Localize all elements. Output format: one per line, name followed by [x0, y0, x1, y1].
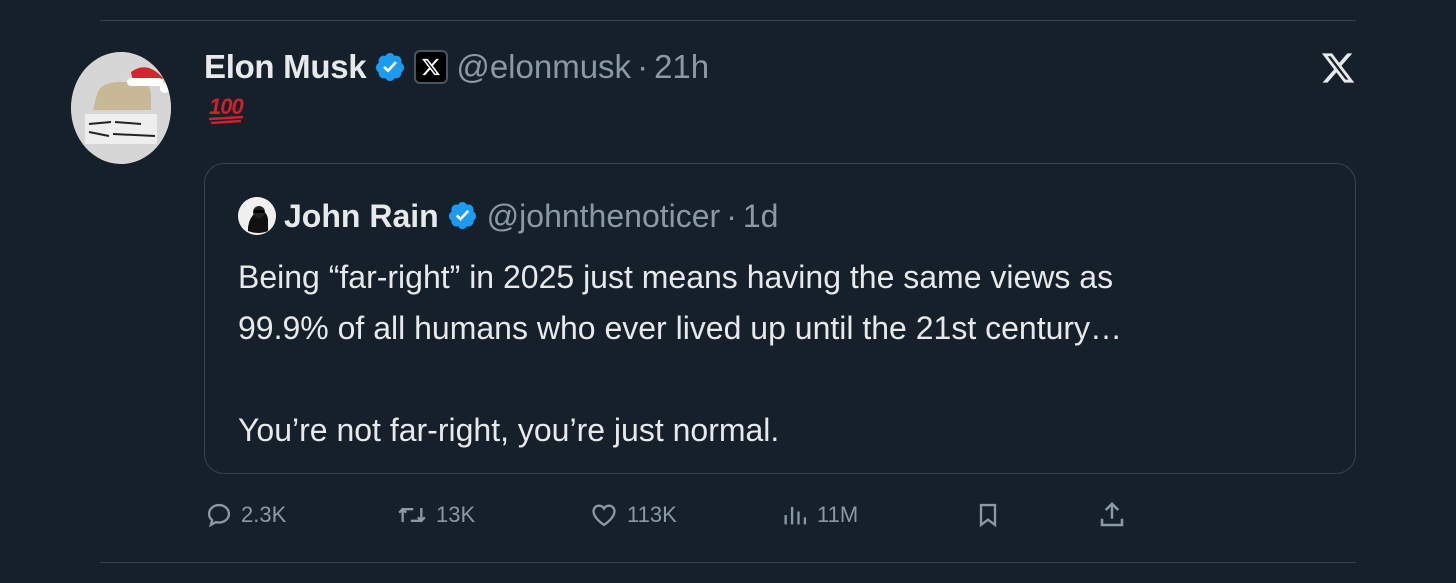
view-count: 11M [817, 502, 859, 527]
bookmark-icon [979, 503, 997, 528]
bookmark-button[interactable] [974, 495, 1002, 535]
top-divider [100, 20, 1356, 21]
reply-button[interactable]: 2.3K [205, 495, 286, 535]
heart-icon [592, 504, 616, 527]
x-affiliation-icon[interactable] [414, 50, 449, 84]
post-text: 100 [207, 94, 245, 131]
author-handle[interactable]: @elonmusk [456, 48, 631, 86]
quoted-avatar-image [238, 197, 276, 235]
author-name[interactable]: Elon Musk [204, 48, 367, 86]
quoted-text-line-2: 99.9% of all humans who ever lived up un… [238, 310, 1123, 346]
quoted-text-line-1: Being “far-right” in 2025 just means hav… [238, 259, 1114, 295]
views-chart-icon [784, 506, 807, 525]
repost-icon [398, 507, 426, 523]
reply-count: 2.3K [241, 502, 287, 527]
x-logo-icon[interactable] [1320, 50, 1356, 86]
quoted-author-handle[interactable]: @johnthenoticer [487, 198, 721, 235]
quoted-verified-badge-icon [447, 200, 479, 232]
quoted-text-line-3: You’re not far-right, you’re just normal… [238, 412, 780, 448]
repost-count: 13K [436, 502, 476, 527]
like-button[interactable]: 113K [589, 495, 677, 535]
quoted-header: John Rain @johnthenoticer · 1d [238, 196, 778, 236]
share-icon [1100, 501, 1124, 527]
quoted-separator-dot: · [726, 197, 737, 234]
author-avatar[interactable] [71, 52, 171, 164]
hundred-points-icon: 100 [208, 94, 245, 125]
quoted-post-text: Being “far-right” in 2025 just means hav… [238, 252, 1318, 456]
repost-button[interactable]: 13K [396, 495, 475, 535]
quoted-post[interactable]: John Rain @johnthenoticer · 1d Being “fa… [204, 163, 1356, 474]
verified-badge-icon [374, 51, 406, 83]
quoted-post-time[interactable]: 1d [743, 198, 779, 235]
svg-text:100: 100 [209, 94, 244, 119]
post-header: Elon Musk @elonmusk · 21h [204, 44, 709, 90]
post-time[interactable]: 21h [654, 48, 709, 86]
views-button[interactable]: 11M [781, 495, 858, 535]
separator-dot: · [637, 48, 649, 85]
share-button[interactable] [1097, 495, 1127, 535]
like-count: 113K [627, 502, 677, 527]
quoted-author-name[interactable]: John Rain [284, 198, 439, 235]
quoted-author-avatar[interactable] [238, 197, 276, 235]
avatar-image [71, 52, 171, 164]
reply-icon [207, 503, 231, 528]
bottom-divider [100, 562, 1356, 563]
